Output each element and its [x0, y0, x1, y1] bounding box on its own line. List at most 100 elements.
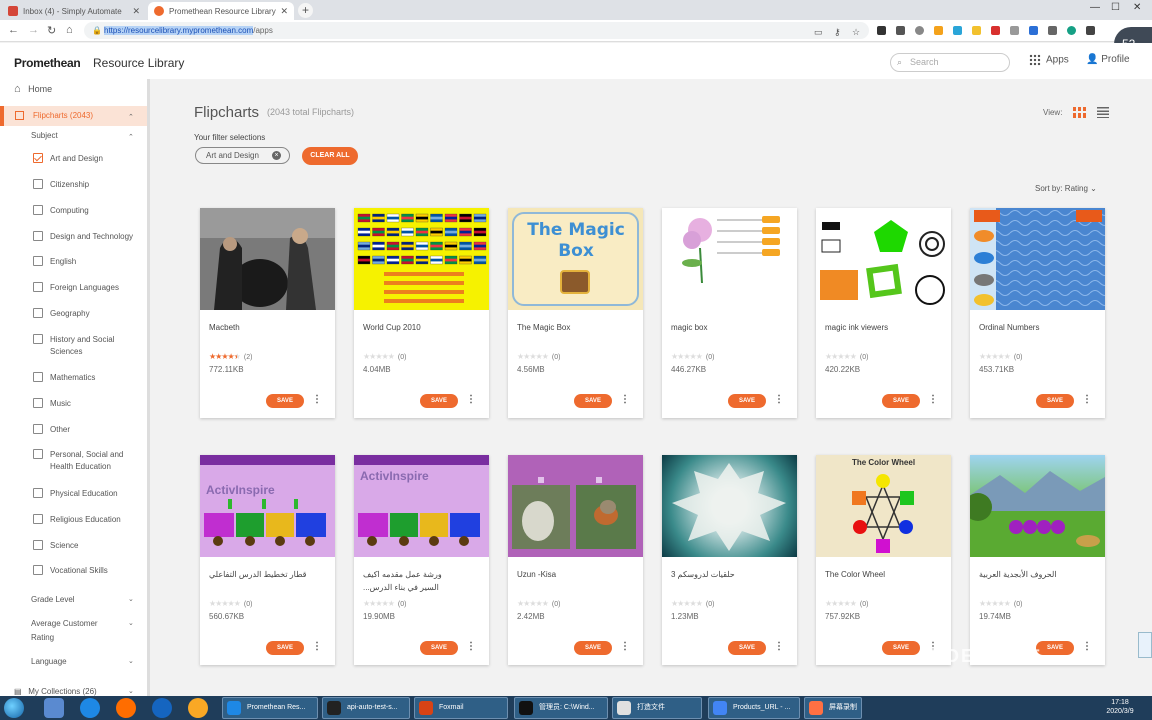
card-thumbnail[interactable] — [662, 455, 797, 557]
checkbox[interactable] — [33, 282, 43, 292]
card-thumbnail[interactable] — [970, 208, 1105, 310]
more-options-icon[interactable]: ⋮ — [620, 641, 630, 652]
taskbar-window[interactable]: 屏幕录制 — [804, 697, 862, 719]
apps-button[interactable]: Apps — [1029, 54, 1069, 66]
chevron-up-icon[interactable]: ⌃ — [128, 113, 134, 121]
extension-icon[interactable] — [915, 26, 924, 35]
browser-icon[interactable] — [152, 698, 172, 718]
subject-option[interactable]: Foreign Languages — [33, 282, 119, 293]
card-thumbnail[interactable] — [816, 208, 951, 310]
minimize-icon[interactable]: — — [1090, 2, 1100, 13]
card-title[interactable]: الحروف الأبجدية العربية — [979, 568, 1099, 581]
chevron-down-icon[interactable]: ⌄ — [128, 595, 134, 603]
flipchart-card[interactable]: Macbeth ★★★★★ (2) 772.11KB SAVE ⋮ — [200, 208, 335, 418]
card-thumbnail[interactable]: The Color Wheel — [816, 455, 951, 557]
grid-view-icon[interactable] — [1073, 107, 1086, 118]
subject-option[interactable]: History and Social Sciences — [33, 334, 114, 356]
reload-icon[interactable]: ↻ — [47, 24, 56, 37]
home-icon[interactable]: ⌂ — [66, 24, 73, 36]
card-title[interactable]: 3 حلقيات لدروسكم — [671, 568, 791, 581]
search-input[interactable]: ⌕ Search — [890, 53, 1010, 72]
window-close-icon[interactable]: ✕ — [1133, 2, 1141, 13]
taskbar-window[interactable]: 打造文件 — [612, 697, 702, 719]
card-title[interactable]: قطار تخطيط الدرس التفاعلي — [209, 568, 329, 581]
subject-option[interactable]: Science — [33, 540, 78, 551]
close-icon[interactable]: ✕ — [276, 6, 288, 17]
subject-option[interactable]: Personal, Social and Health Education — [33, 449, 123, 471]
card-thumbnail[interactable] — [354, 208, 489, 310]
card-thumbnail[interactable] — [970, 455, 1105, 557]
subject-heading[interactable]: Subject — [31, 131, 58, 140]
card-title[interactable]: magic box — [671, 321, 791, 334]
save-button[interactable]: SAVE — [728, 394, 766, 408]
more-options-icon[interactable]: ⋮ — [620, 394, 630, 405]
taskbar-window[interactable]: Foxmail — [414, 697, 508, 719]
extension-icon[interactable] — [1067, 26, 1076, 35]
subject-option[interactable]: English — [33, 256, 76, 267]
ie-icon[interactable] — [80, 698, 100, 718]
site-logo[interactable]: Promethean — [14, 56, 81, 70]
sidebar-item-home[interactable]: ⌂ Home — [14, 83, 52, 95]
save-button[interactable]: SAVE — [1036, 394, 1074, 408]
subject-option[interactable]: Physical Education — [33, 488, 118, 499]
more-options-icon[interactable]: ⋮ — [928, 394, 938, 405]
flipchart-card[interactable]: Uzun -Kisa ★★★★★ (0) 2.42MB SAVE ⋮ — [508, 455, 643, 665]
extension-icon[interactable] — [991, 26, 1000, 35]
checkbox[interactable] — [33, 514, 43, 524]
checkbox[interactable] — [33, 372, 43, 382]
tab-promethean[interactable]: Promethean Resource Library ✕ — [148, 2, 294, 20]
save-button[interactable]: SAVE — [574, 641, 612, 655]
maximize-icon[interactable]: ☐ — [1111, 2, 1120, 13]
tab-inbox[interactable]: Inbox (4) - Simply Automate ✕ — [2, 2, 146, 20]
flipchart-card[interactable]: The Magic Box The Magic Box ★★★★★ (0) 4.56MB… — [508, 208, 643, 418]
sidebar-scrollbar[interactable] — [147, 79, 150, 696]
extension-icon[interactable] — [972, 26, 981, 35]
flipchart-card[interactable]: ActivInspire قطار تخطيط الدرس التفاعلي ★★★… — [200, 455, 335, 665]
taskbar-window[interactable]: 管理员: C:\Wind... — [514, 697, 608, 719]
checkbox[interactable] — [33, 540, 43, 550]
save-button[interactable]: SAVE — [420, 394, 458, 408]
start-button[interactable] — [4, 698, 24, 718]
checkbox[interactable] — [33, 308, 43, 318]
checkbox[interactable] — [33, 205, 43, 215]
card-thumbnail[interactable] — [662, 208, 797, 310]
extension-icon[interactable] — [1086, 26, 1095, 35]
card-title[interactable]: The Magic Box — [517, 321, 637, 334]
card-title[interactable]: World Cup 2010 — [363, 321, 483, 334]
side-dock-tab[interactable] — [1138, 632, 1152, 658]
profile-button[interactable]: 👤 Profile — [1086, 54, 1130, 65]
more-options-icon[interactable]: ⋮ — [312, 394, 322, 405]
card-thumbnail[interactable]: The Magic Box — [508, 208, 643, 310]
checkbox[interactable] — [33, 424, 43, 434]
save-button[interactable]: SAVE — [882, 394, 920, 408]
checkbox[interactable] — [33, 231, 43, 241]
close-icon[interactable]: ✕ — [128, 6, 140, 17]
chevron-down-icon[interactable]: ⌄ — [128, 619, 134, 627]
checkbox[interactable] — [33, 449, 43, 459]
extension-icon[interactable] — [953, 26, 962, 35]
checkbox[interactable] — [33, 565, 43, 575]
language-filter[interactable]: Language — [31, 657, 67, 666]
cast-icon[interactable]: ▭ — [814, 24, 823, 41]
card-title[interactable]: Macbeth — [209, 321, 329, 334]
flipchart-card[interactable]: The Color Wheel The Color Wheel ★★★★★ (0) 75… — [816, 455, 951, 665]
subject-option[interactable]: Design and Technology — [33, 231, 133, 242]
card-title[interactable]: ورشة عمل مقدمه اكيف ...السير في بناء الدر… — [363, 568, 483, 594]
avg-rating-filter[interactable]: Average Customer — [31, 619, 98, 628]
more-options-icon[interactable]: ⋮ — [774, 641, 784, 652]
save-button[interactable]: SAVE — [882, 641, 920, 655]
extension-icon[interactable] — [1010, 26, 1019, 35]
card-thumbnail[interactable]: ActivInspire — [200, 455, 335, 557]
more-options-icon[interactable]: ⋮ — [1082, 394, 1092, 405]
clear-all-button[interactable]: CLEAR ALL — [302, 147, 358, 165]
checkbox[interactable] — [33, 256, 43, 266]
flipchart-card[interactable]: ActivInspire ورشة عمل مقدمه اكيف ...السير … — [354, 455, 489, 665]
firefox-icon[interactable] — [116, 698, 136, 718]
flipchart-card[interactable]: magic ink viewers ★★★★★ (0) 420.22KB SAVE ⋮ — [816, 208, 951, 418]
chevron-down-icon[interactable]: ⌄ — [128, 657, 134, 665]
back-icon[interactable]: ← — [8, 24, 19, 36]
system-clock[interactable]: 17:18 2020/3/9 — [1100, 698, 1140, 716]
filter-chip[interactable]: Art and Design × — [195, 147, 290, 164]
sidebar-item-collections[interactable]: ▤ My Collections (26) — [14, 687, 97, 696]
more-options-icon[interactable]: ⋮ — [1082, 641, 1092, 652]
